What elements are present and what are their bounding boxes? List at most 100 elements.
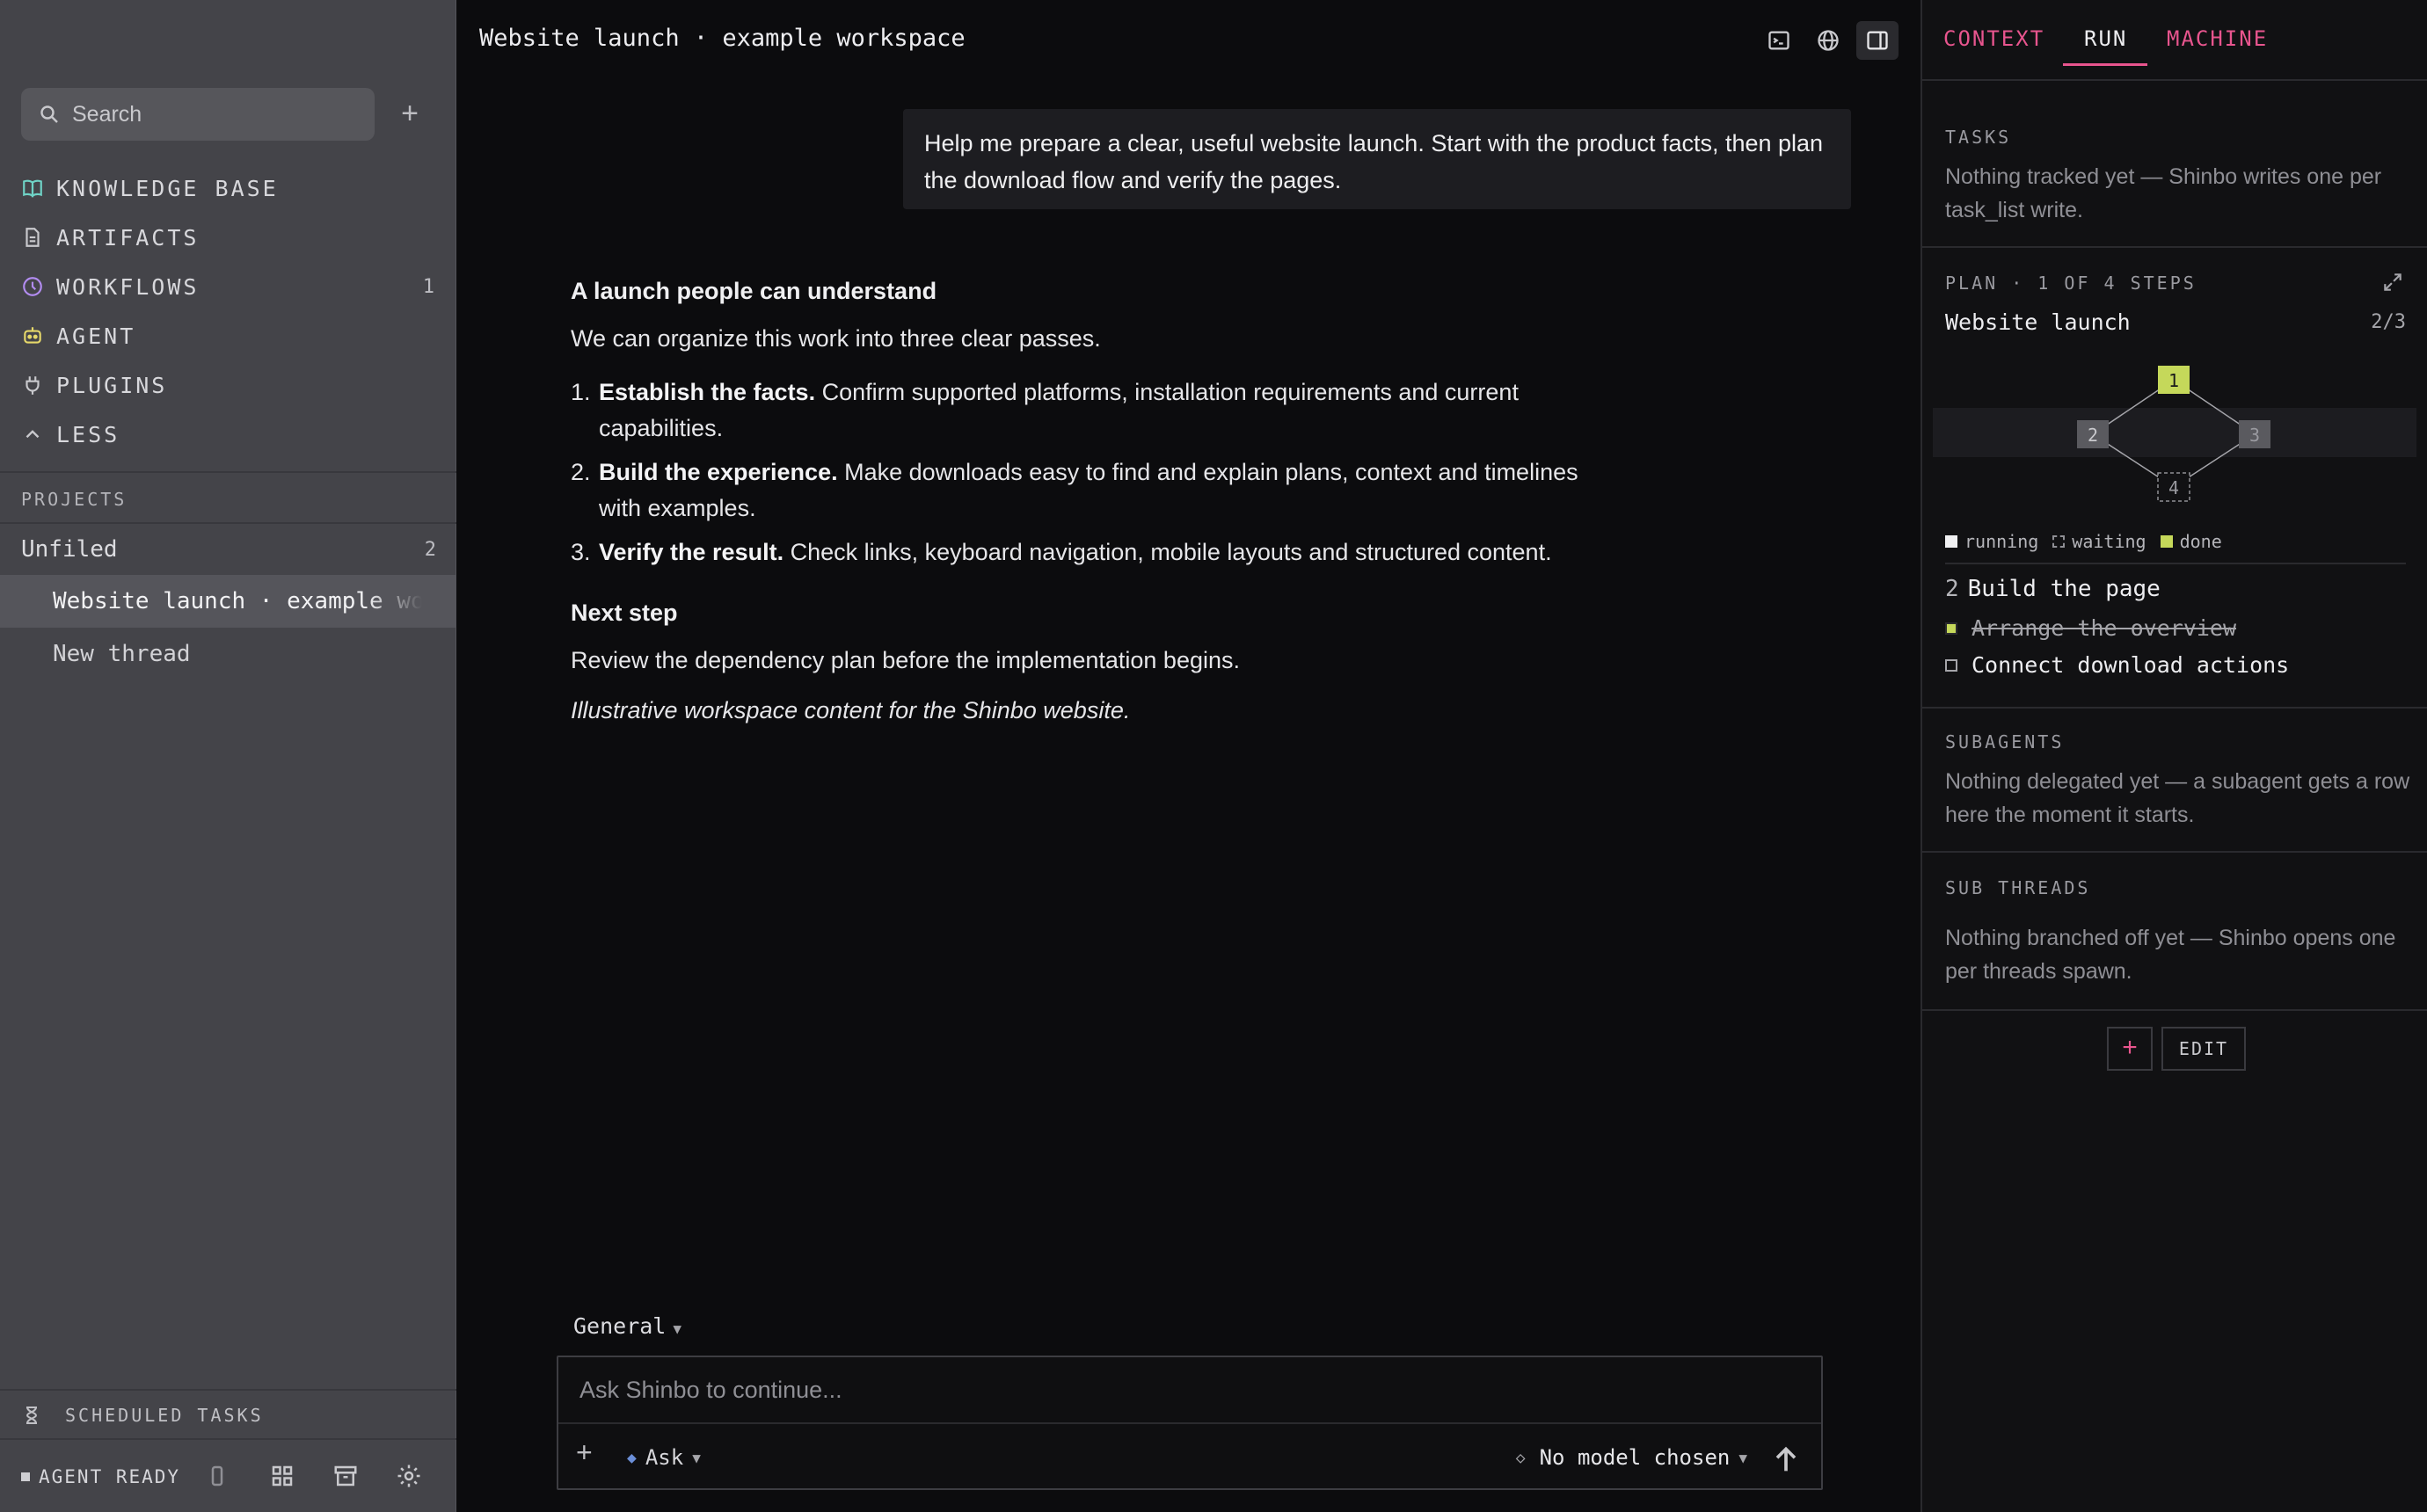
attach-button[interactable]: +: [576, 1436, 593, 1469]
nav-knowledge-base[interactable]: KNOWLEDGE BASE: [21, 169, 436, 207]
status-label: AGENT READY: [39, 1466, 181, 1487]
search-placeholder: Search: [72, 101, 142, 127]
group-label: Unfiled: [21, 536, 118, 563]
legend-label: waiting: [2072, 531, 2146, 552]
divider: [558, 1422, 1821, 1424]
thread-item[interactable]: New thread: [53, 636, 191, 672]
substep-pending[interactable]: Connect download actions: [1945, 652, 2289, 678]
graph-node-label: 1: [2168, 370, 2179, 391]
search-icon: [40, 105, 58, 123]
step-title: Build the page: [1967, 576, 2161, 602]
plan-progress: 2/3: [2371, 311, 2406, 333]
checkbox-checked: [1945, 622, 1957, 635]
legend-running: running: [1945, 531, 2038, 552]
projects-label: PROJECTS: [21, 489, 128, 510]
nav-plugins[interactable]: PLUGINS: [21, 366, 436, 404]
search-input[interactable]: Search: [21, 88, 375, 141]
terminal-icon: [1768, 31, 1789, 50]
clock-icon: [23, 277, 42, 296]
graph-legend: running waiting done: [1945, 531, 2236, 552]
nav-workflows[interactable]: WORKFLOWS 1: [21, 267, 436, 306]
divider: [0, 1438, 456, 1440]
thread-item-active[interactable]: Website launch · example workspace: [0, 575, 456, 628]
nav-less[interactable]: LESS: [21, 415, 436, 454]
reply-footnote: Illustrative workspace content for the S…: [571, 697, 1131, 723]
divider: [0, 1389, 456, 1391]
expand-icon[interactable]: [2381, 271, 2404, 294]
sidebar-panel-icon: [1867, 31, 1888, 50]
tab-context[interactable]: CONTEXT: [1943, 26, 2044, 51]
reply-paragraph: We can organize this work into three cle…: [571, 325, 1101, 352]
scheduled-label: SCHEDULED TASKS: [65, 1405, 264, 1426]
plug-icon: [26, 376, 40, 395]
phone-icon[interactable]: [204, 1463, 230, 1489]
ask-mode-button[interactable]: ◆ Ask ▼: [627, 1445, 701, 1470]
nav-label: AGENT: [56, 323, 136, 349]
subagents-empty-text: Nothing delegated yet — a subagent gets …: [1945, 769, 2410, 827]
chevron-down-icon: ▼: [673, 1320, 681, 1337]
nav-agent[interactable]: AGENT: [21, 316, 436, 355]
divider: [0, 522, 456, 524]
browser-button[interactable]: [1807, 21, 1849, 60]
grid-icon[interactable]: [269, 1463, 295, 1489]
graph-row-highlight: [1933, 408, 2416, 457]
substep-label: Arrange the overview: [1971, 615, 2237, 641]
nav-label: PLUGINS: [56, 372, 168, 398]
legend-done: done: [2160, 531, 2222, 552]
nav-label: WORKFLOWS: [56, 273, 200, 300]
subthreads-empty-text: Nothing branched off yet — Shinbo opens …: [1945, 926, 2396, 984]
legend-waiting: waiting: [2052, 531, 2146, 552]
terminal-button[interactable]: [1758, 21, 1800, 60]
document-icon: [26, 228, 40, 247]
robot-icon: [24, 327, 41, 344]
model-selector[interactable]: ◇ No model chosen ▼: [1516, 1445, 1747, 1470]
diamond-icon: ◆: [627, 1448, 637, 1467]
nav-label: KNOWLEDGE BASE: [56, 175, 279, 201]
list-text: Check links, keyboard navigation, mobile…: [783, 539, 1552, 565]
tab-run[interactable]: RUN: [2084, 26, 2127, 51]
user-message: Help me prepare a clear, useful website …: [903, 109, 1851, 209]
edit-button[interactable]: EDIT: [2161, 1027, 2246, 1071]
subagents-label: SUBAGENTS: [1945, 731, 2065, 752]
list-bold: Build the experience.: [599, 459, 838, 485]
sidebar: Search + KNOWLEDGE BASE ARTIFACTS WORKFL…: [0, 0, 456, 1512]
tab-machine[interactable]: MACHINE: [2167, 26, 2268, 51]
nav-artifacts[interactable]: ARTIFACTS: [21, 218, 436, 257]
graph-node-label: 3: [2249, 425, 2260, 446]
graph-node-label: 4: [2168, 477, 2179, 498]
tasks-label: TASKS: [1945, 127, 2012, 148]
hourglass-icon: [26, 1407, 38, 1424]
list-number: 1.: [571, 379, 591, 405]
message-input[interactable]: Ask Shinbo to continue...: [579, 1377, 842, 1404]
divider: [1922, 246, 2427, 248]
status-dot: [21, 1472, 30, 1481]
reply-heading: Next step: [571, 600, 678, 626]
list-bold: Verify the result.: [599, 539, 784, 565]
checkbox-empty: [1945, 658, 1957, 672]
legend-swatch: [1945, 535, 1957, 548]
new-thread-button[interactable]: +: [392, 93, 427, 134]
project-group-unfiled[interactable]: Unfiled 2: [21, 532, 436, 567]
add-button[interactable]: +: [2107, 1027, 2153, 1071]
globe-icon: [1818, 30, 1839, 51]
main-panel: Website launch · example workspace Help …: [456, 0, 1920, 1512]
reply-heading: A launch people can understand: [571, 278, 937, 304]
thread-title: Website launch · example workspace: [479, 25, 966, 52]
substep-done[interactable]: Arrange the overview: [1945, 615, 2236, 641]
send-arrow-icon[interactable]: [1768, 1442, 1804, 1477]
composer: Ask Shinbo to continue... + ◆ Ask ▼ ◇ No…: [557, 1356, 1823, 1490]
gear-icon[interactable]: [396, 1463, 422, 1489]
mode-selector[interactable]: General ▼: [573, 1313, 681, 1339]
plan-graph: 1 2 3 4: [1933, 366, 2416, 502]
subthreads-label: SUB THREADS: [1945, 877, 2091, 898]
diamond-outline-icon: ◇: [1515, 1448, 1526, 1467]
archive-icon[interactable]: [332, 1463, 359, 1489]
legend-label: running: [1964, 531, 2039, 552]
plan-label: PLAN · 1 OF 4 STEPS: [1945, 273, 2197, 294]
nav-label: ARTIFACTS: [56, 224, 200, 251]
current-step: 2 Build the page: [1945, 576, 2161, 602]
group-count: 2: [424, 538, 436, 561]
nav-label: LESS: [56, 421, 120, 447]
toggle-panel-button[interactable]: [1856, 21, 1899, 60]
scheduled-tasks[interactable]: SCHEDULED TASKS: [21, 1399, 264, 1431]
